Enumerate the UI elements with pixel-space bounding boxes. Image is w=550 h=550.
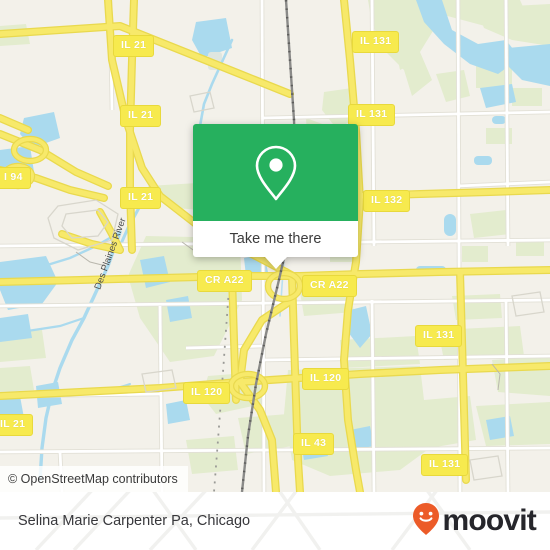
road-shield: IL 120 [183, 382, 231, 404]
road-shield: IL 21 [0, 414, 34, 436]
road-shield: CR A22 [197, 270, 252, 292]
road-shield: IL 43 [293, 433, 335, 455]
map-canvas[interactable]: IL 21 IL 21 IL 21 I 94 IL 21 IL 131 IL 1… [0, 0, 550, 492]
moovit-wordmark: moovit [442, 504, 536, 537]
take-me-there-label: Take me there [229, 231, 322, 247]
road-shield: IL 132 [363, 190, 411, 212]
map-screenshot: IL 21 IL 21 IL 21 I 94 IL 21 IL 131 IL 1… [0, 0, 550, 550]
moovit-smiley-pin-icon [411, 502, 441, 541]
road-shield: I 94 [0, 167, 31, 189]
footer-bar: Selina Marie Carpenter Pa, Chicago moovi… [0, 492, 550, 550]
road-shield: IL 21 [120, 105, 162, 127]
place-title: Selina Marie Carpenter Pa, Chicago [18, 492, 250, 550]
road-shield: IL 21 [113, 35, 155, 57]
place-title-text: Selina Marie Carpenter Pa, Chicago [18, 513, 251, 529]
road-shield: IL 131 [352, 31, 400, 53]
popup-header [193, 124, 358, 221]
map-attribution[interactable]: © OpenStreetMap contributors [0, 466, 188, 492]
road-shield: CR A22 [302, 275, 357, 297]
moovit-logo[interactable]: moovit [411, 492, 537, 550]
road-shield: IL 21 [120, 187, 162, 209]
popup-tail [264, 257, 287, 269]
road-shield: IL 131 [415, 325, 463, 347]
road-shield: IL 131 [348, 104, 396, 126]
road-shield: IL 120 [302, 368, 350, 390]
road-shield: IL 131 [421, 454, 469, 476]
map-pin-icon [253, 144, 299, 202]
take-me-there-button[interactable]: Take me there [193, 221, 358, 257]
location-popup[interactable]: Take me there [193, 124, 358, 269]
attribution-text: © OpenStreetMap contributors [8, 472, 178, 486]
